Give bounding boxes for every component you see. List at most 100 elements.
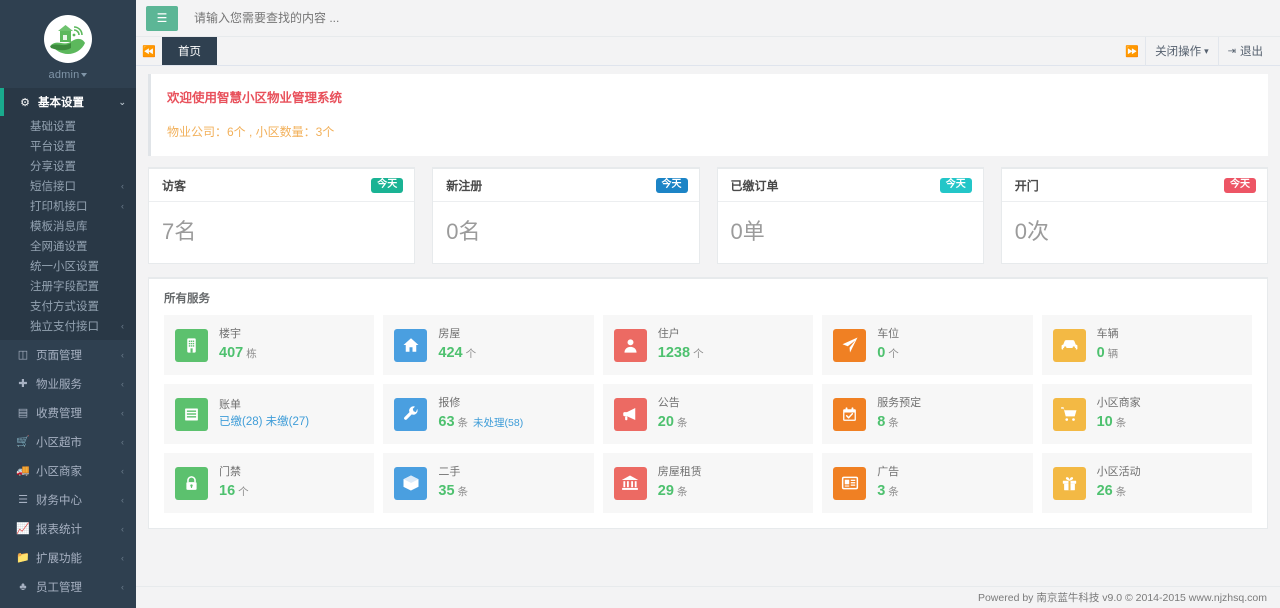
services-panel: 所有服务 楼宇407栋房屋424个住户1238个 车位 0个 车辆0辆账单已缴(28)… xyxy=(148,277,1268,529)
avatar xyxy=(44,15,92,63)
stat-card-title: 访客 xyxy=(162,177,186,194)
sidebar-subitem-8[interactable]: 注册字段配置 xyxy=(0,276,136,296)
stat-card-visitors: 访客 今天 7名 xyxy=(148,167,415,264)
tabbar-actions: ⏩ 关闭操作 ▾ ⇥ 退出 xyxy=(1119,37,1280,65)
sidebar-subitem-7[interactable]: 统一小区设置 xyxy=(0,256,136,276)
service-card[interactable]: 房屋424个 xyxy=(383,315,593,375)
sidebar-subitem-1[interactable]: 平台设置 xyxy=(0,136,136,156)
sidebar-subitem-label: 独立支付接口 xyxy=(30,318,99,334)
chevron-down-icon: ⌄ xyxy=(118,97,126,108)
chevron-left-icon: ‹ xyxy=(121,466,124,476)
status-badge: 今天 xyxy=(940,178,972,193)
service-card-value: 0个 xyxy=(877,344,899,364)
service-card[interactable]: 房屋租赁29条 xyxy=(603,453,813,513)
paper-plane-icon xyxy=(833,329,866,362)
sidebar-subitem-label: 平台设置 xyxy=(30,138,76,154)
sidebar-subitem-label: 全网通设置 xyxy=(30,238,88,254)
stat-card-header: 访客 今天 xyxy=(149,169,414,202)
service-card[interactable]: 门禁16个 xyxy=(164,453,374,513)
hamburger-icon[interactable]: ☰ xyxy=(146,6,178,31)
sidebar-item-page-management[interactable]: ◫页面管理‹ xyxy=(0,340,136,369)
service-card[interactable]: 账单已缴(28) 未缴(27) xyxy=(164,384,374,444)
service-card[interactable]: 广告3条 xyxy=(822,453,1032,513)
sidebar-item-finance-center[interactable]: ☰财务中心‹ xyxy=(0,485,136,514)
sidebar-subitem-6[interactable]: 全网通设置 xyxy=(0,236,136,256)
stat-card-header: 开门 今天 xyxy=(1002,169,1267,202)
sidebar-subitem-4[interactable]: 打印机接口‹ xyxy=(0,196,136,216)
panel-title: 所有服务 xyxy=(149,279,1267,315)
search-input[interactable] xyxy=(194,11,614,25)
sidebar-subitem-3[interactable]: 短信接口‹ xyxy=(0,176,136,196)
service-card-name: 账单 xyxy=(219,398,309,413)
sidebar-submenu: 基础设置 平台设置 分享设置 短信接口‹ 打印机接口‹ 模板消息库 全网通设置 … xyxy=(0,116,136,340)
tab-label: 首页 xyxy=(178,43,201,59)
stat-card-door-open: 开门 今天 0次 xyxy=(1001,167,1268,264)
service-card[interactable]: 报修63条未处理(58) xyxy=(383,384,593,444)
content-area: 欢迎使用智慧小区物业管理系统 物业公司：6个 , 小区数量：3个 访客 今天 7… xyxy=(136,66,1280,586)
sidebar-item-staff-management[interactable]: ♣员工管理‹ xyxy=(0,572,136,601)
service-card-value: 424个 xyxy=(438,344,476,364)
welcome-banner: 欢迎使用智慧小区物业管理系统 物业公司：6个 , 小区数量：3个 xyxy=(148,74,1268,156)
app-root: admin ⚙ 基本设置 ⌄ 基础设置 平台设置 分享设置 短信接口‹ 打印机接… xyxy=(0,0,1280,608)
service-card-unit: 条 xyxy=(888,486,899,498)
stat-card-title: 新注册 xyxy=(446,177,482,194)
sidebar-item-report-stats[interactable]: 📈报表统计‹ xyxy=(0,514,136,543)
service-card-name: 车位 xyxy=(877,327,899,342)
sidebar-item-label: 小区商家 xyxy=(36,463,82,479)
service-card[interactable]: 二手35条 xyxy=(383,453,593,513)
sidebar-subitem-10[interactable]: 独立支付接口‹ xyxy=(0,316,136,336)
service-card[interactable]: 小区商家10条 xyxy=(1042,384,1252,444)
service-card-unit: 条 xyxy=(677,417,688,429)
sidebar-item-community-merchants[interactable]: 🚚小区商家‹ xyxy=(0,456,136,485)
columns-icon: ◫ xyxy=(16,348,30,361)
sidebar-item-label: 小区超市 xyxy=(36,434,82,450)
service-card-unit: 个 xyxy=(888,348,899,360)
bank-icon xyxy=(614,467,647,500)
tab-home[interactable]: 首页 xyxy=(162,37,217,65)
sidebar-subitem-5[interactable]: 模板消息库 xyxy=(0,216,136,236)
wrench-icon xyxy=(394,398,427,431)
stat-card-header: 新注册 今天 xyxy=(433,169,698,202)
service-card-unit: 条 xyxy=(458,417,469,429)
service-card-unit: 条 xyxy=(458,486,469,498)
welcome-subtitle: 物业公司：6个 , 小区数量：3个 xyxy=(167,123,1252,140)
services-grid: 楼宇407栋房屋424个住户1238个 车位 0个 车辆0辆账单已缴(28) 未缴(2… xyxy=(149,315,1267,513)
sidebar-item-extensions[interactable]: 📁扩展功能‹ xyxy=(0,543,136,572)
user-icon xyxy=(614,329,647,362)
service-card[interactable]: 住户1238个 xyxy=(603,315,813,375)
service-card[interactable]: 服务预定8条 xyxy=(822,384,1032,444)
sidebar-item-community-market[interactable]: 🛒小区超市‹ xyxy=(0,427,136,456)
service-card-value: 1238个 xyxy=(658,344,704,364)
chevron-down-icon xyxy=(81,73,87,77)
service-card-value: 3条 xyxy=(877,482,899,502)
service-card-name: 服务预定 xyxy=(877,396,921,411)
service-card[interactable]: 公告20条 xyxy=(603,384,813,444)
sidebar-subitem-2[interactable]: 分享设置 xyxy=(0,156,136,176)
fast-backward-icon[interactable]: ⏪ xyxy=(136,37,162,65)
tabbar: ⏪ 首页 ⏩ 关闭操作 ▾ ⇥ 退出 xyxy=(136,37,1280,66)
sidebar-subitem-label: 打印机接口 xyxy=(30,198,88,214)
logout-button[interactable]: ⇥ 退出 xyxy=(1218,37,1272,66)
sidebar-username: admin xyxy=(49,69,88,81)
service-card-value: 35条 xyxy=(438,482,468,502)
service-card-value: 16个 xyxy=(219,482,249,502)
service-card[interactable]: 楼宇407栋 xyxy=(164,315,374,375)
sidebar-item-property-service[interactable]: ✚物业服务‹ xyxy=(0,369,136,398)
sidebar-item-label: 财务中心 xyxy=(36,492,82,508)
service-card[interactable]: 小区活动26条 xyxy=(1042,453,1252,513)
fast-forward-icon[interactable]: ⏩ xyxy=(1119,45,1145,58)
main-area: ☰ ⏪ 首页 ⏩ 关闭操作 ▾ ⇥ 退出 欢迎使用智慧小区物业管理系统 物 xyxy=(136,0,1280,608)
chart-line-icon: 📈 xyxy=(16,522,30,535)
sidebar-brand[interactable]: admin xyxy=(0,0,136,88)
sidebar-subitem-9[interactable]: 支付方式设置 xyxy=(0,296,136,316)
sidebar-subitem-0[interactable]: 基础设置 xyxy=(0,116,136,136)
close-operations-button[interactable]: 关闭操作 ▾ xyxy=(1145,37,1218,66)
service-card-text: 车位 0个 xyxy=(877,327,899,363)
service-card[interactable]: 车位 0个 xyxy=(822,315,1032,375)
chevron-down-icon: ▾ xyxy=(1204,46,1209,57)
status-badge: 今天 xyxy=(1224,178,1256,193)
sidebar-item-basic-settings[interactable]: ⚙ 基本设置 ⌄ xyxy=(0,88,136,116)
service-card[interactable]: 车辆0辆 xyxy=(1042,315,1252,375)
service-card-unit: 个 xyxy=(238,486,249,498)
sidebar-item-fee-management[interactable]: ▤收费管理‹ xyxy=(0,398,136,427)
